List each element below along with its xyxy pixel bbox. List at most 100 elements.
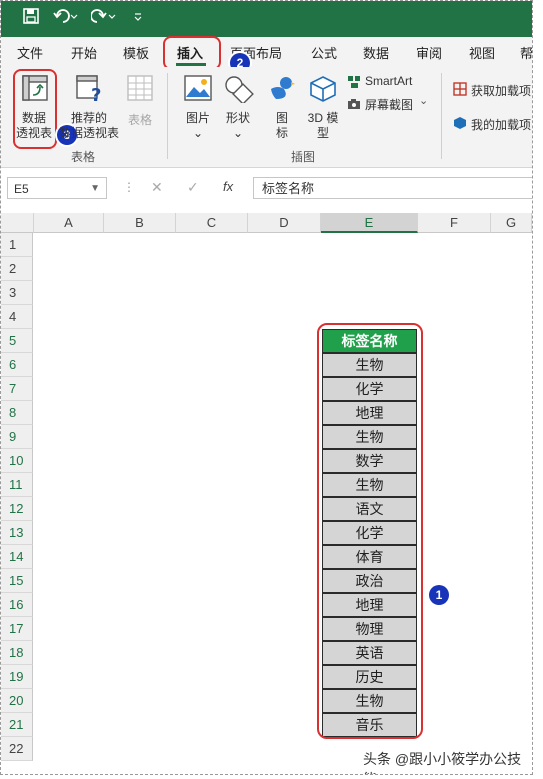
row-header[interactable]: 13	[1, 521, 33, 545]
my-addins-button[interactable]: 我的加载项	[453, 115, 532, 135]
tab-review[interactable]: 审阅	[416, 43, 442, 62]
column-header-b[interactable]: B	[104, 213, 176, 233]
screenshot-button[interactable]: 屏幕截图 ⌄	[347, 95, 431, 113]
shapes-button[interactable]: 形状 ⌄	[221, 73, 255, 143]
column-header-a[interactable]: A	[34, 213, 104, 233]
row-header[interactable]: 9	[1, 425, 33, 449]
shapes-icon	[224, 75, 254, 108]
smartart-label: SmartArt	[365, 74, 413, 88]
chevron-down-icon: ⌄	[232, 126, 244, 140]
row-header[interactable]: 4	[1, 305, 33, 329]
smartart-button[interactable]: SmartArt	[347, 73, 427, 91]
recommended-pivot-icon: ?	[76, 75, 104, 108]
row-header[interactable]: 6	[1, 353, 33, 377]
cancel-icon[interactable]: ✕	[151, 179, 163, 196]
pictures-label: 图片	[185, 111, 210, 125]
row-header[interactable]: 2	[1, 257, 33, 281]
chevron-down-icon: ⌄	[192, 126, 204, 140]
icons-button[interactable]: 图 标	[265, 73, 299, 143]
row-header[interactable]: 16	[1, 593, 33, 617]
group-illustrations-label: 插图	[291, 150, 316, 164]
data-range-highlight	[317, 323, 423, 739]
enter-icon[interactable]: ✓	[187, 179, 199, 196]
row-header[interactable]: 3	[1, 281, 33, 305]
smartart-icon	[347, 75, 361, 94]
excel-window: 文件 开始 模板 插入 页面布局 公式 数据 审阅 视图 帮 2 数据 透视表 …	[0, 0, 533, 775]
get-addins-button[interactable]: 获取加载项	[453, 81, 532, 101]
row-header[interactable]: 8	[1, 401, 33, 425]
callout-1: 1	[429, 585, 449, 605]
cell-reference: E5	[14, 182, 29, 196]
group-tables-label: 表格	[71, 150, 96, 164]
tab-help[interactable]: 帮	[520, 43, 532, 62]
row-header[interactable]: 18	[1, 641, 33, 665]
tab-home[interactable]: 开始	[71, 43, 97, 62]
svg-text:?: ?	[91, 85, 101, 103]
bird-icon	[268, 75, 296, 108]
screenshot-label: 屏幕截图	[365, 98, 414, 112]
recommended-label-line1: 推荐的	[70, 111, 107, 125]
row-header[interactable]: 19	[1, 665, 33, 689]
my-addins-label: 我的加载项	[471, 118, 532, 132]
ribbon-separator	[167, 73, 168, 159]
table-icon	[127, 75, 153, 106]
name-box[interactable]: E5 ▼	[7, 177, 107, 199]
save-icon[interactable]	[23, 8, 39, 28]
icons-label-line2: 标	[275, 126, 288, 140]
row-header[interactable]: 10	[1, 449, 33, 473]
tab-data[interactable]: 数据	[363, 43, 389, 62]
row-header[interactable]: 15	[1, 569, 33, 593]
addins-cube-icon	[453, 116, 467, 135]
customize-toolbar-icon[interactable]	[133, 8, 143, 28]
recommended-pivot-button[interactable]: ? 推荐的 数据透视表	[59, 73, 119, 153]
formula-input[interactable]: 标签名称	[253, 177, 532, 199]
icons-label-line1: 图	[275, 111, 288, 125]
redo-icon[interactable]	[91, 8, 117, 28]
column-header-e[interactable]: E	[321, 213, 418, 233]
picture-icon	[184, 75, 212, 106]
column-header-c[interactable]: C	[176, 213, 248, 233]
get-addins-label: 获取加载项	[471, 84, 532, 98]
store-icon	[453, 82, 467, 101]
row-header[interactable]: 1	[1, 233, 33, 257]
insert-function-icon[interactable]: fx	[223, 179, 233, 194]
table-label: 表格	[127, 113, 152, 127]
column-header-d[interactable]: D	[248, 213, 321, 233]
title-bar	[1, 1, 532, 37]
row-header[interactable]: 22	[1, 737, 33, 761]
row-header[interactable]: 11	[1, 473, 33, 497]
row-header[interactable]: 20	[1, 689, 33, 713]
ribbon-separator	[441, 73, 442, 159]
tab-view[interactable]: 视图	[469, 43, 495, 62]
column-header-f[interactable]: F	[418, 213, 491, 233]
row-header[interactable]: 7	[1, 377, 33, 401]
3d-models-button[interactable]: 3D 模 型	[303, 73, 343, 143]
insert-tab-highlight	[163, 36, 221, 70]
table-button[interactable]: 表格	[123, 73, 157, 153]
ribbon-insert: 数据 透视表 3 ? 推荐的 数据透视表 表格 表格 图片 ⌄ 形状 ⌄ 图 标…	[1, 67, 532, 168]
camera-icon	[347, 97, 361, 116]
pictures-button[interactable]: 图片 ⌄	[181, 73, 215, 143]
column-header-g[interactable]: G	[491, 213, 532, 233]
row-header[interactable]: 12	[1, 497, 33, 521]
select-all-corner[interactable]	[1, 213, 34, 233]
row-header[interactable]: 21	[1, 713, 33, 737]
row-header[interactable]: 17	[1, 617, 33, 641]
watermark: 头条 @跟小小筱学办公技能	[363, 751, 522, 774]
shapes-label: 形状	[225, 111, 250, 125]
3d-label-line2: 型	[316, 126, 329, 140]
pivot-table-highlight	[13, 69, 57, 149]
recommended-label-line2: 数据透视表	[58, 126, 119, 140]
tab-file[interactable]: 文件	[17, 43, 43, 62]
chevron-down-icon[interactable]: ▼	[90, 178, 100, 200]
3d-label-line1: 3D 模	[307, 111, 339, 125]
tab-templates[interactable]: 模板	[123, 43, 149, 62]
ribbon-tabs: 文件 开始 模板 插入 页面布局 公式 数据 审阅 视图 帮	[1, 37, 532, 67]
tab-formulas[interactable]: 公式	[311, 43, 337, 62]
more-icon: ⋮	[123, 180, 135, 194]
cube-icon	[309, 75, 337, 108]
undo-icon[interactable]	[53, 8, 79, 28]
row-header[interactable]: 5	[1, 329, 33, 353]
row-header[interactable]: 14	[1, 545, 33, 569]
chevron-down-icon: ⌄	[419, 95, 429, 107]
